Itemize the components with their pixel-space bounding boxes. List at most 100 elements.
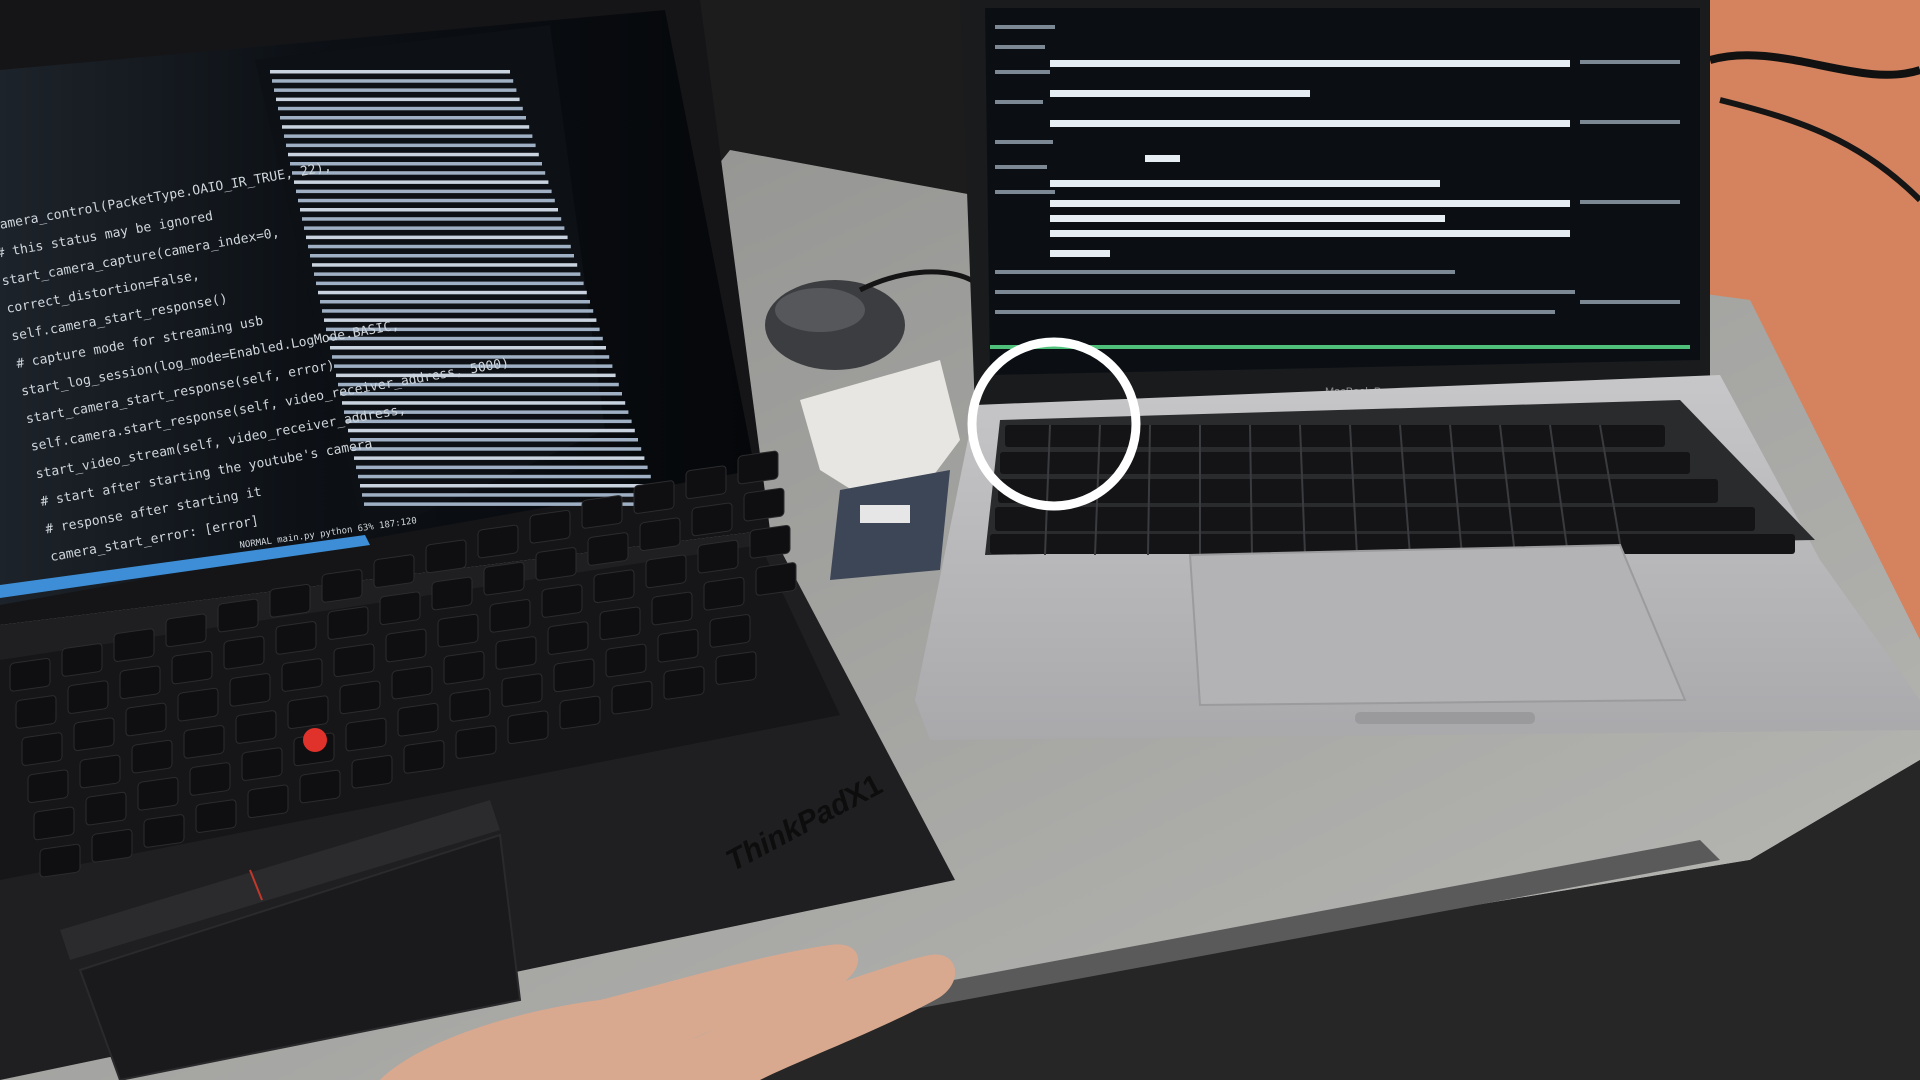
hexdump-line bbox=[302, 217, 562, 221]
keyboard-key bbox=[165, 613, 207, 648]
hexdump-line bbox=[320, 300, 590, 304]
keyboard-key bbox=[657, 628, 699, 663]
hexdump-line bbox=[324, 318, 597, 322]
hexdump-line bbox=[294, 180, 549, 184]
keyboard-key bbox=[125, 702, 167, 737]
keyboard-key bbox=[9, 657, 51, 692]
hexdump-line bbox=[308, 244, 571, 249]
keyboard-key bbox=[685, 465, 727, 500]
keyboard-key bbox=[235, 710, 277, 744]
keyboard-key bbox=[697, 539, 739, 574]
keyboard-key bbox=[73, 717, 115, 752]
keyboard-key bbox=[431, 576, 473, 611]
keyboard-key bbox=[33, 806, 75, 841]
keyboard-key bbox=[645, 554, 687, 589]
keyboard-key bbox=[425, 539, 467, 574]
keyboard-key bbox=[91, 828, 133, 863]
keyboard-key bbox=[61, 643, 103, 677]
hexdump-line bbox=[354, 456, 645, 460]
keyboard-key bbox=[113, 628, 155, 662]
keyboard-key bbox=[559, 695, 601, 730]
keyboard-key bbox=[691, 502, 733, 537]
keyboard-key bbox=[605, 643, 647, 678]
macbook-trackpad bbox=[1188, 543, 1687, 707]
keyboard-key bbox=[743, 487, 785, 522]
keyboard-key bbox=[79, 754, 121, 789]
keyboard-key bbox=[391, 665, 433, 700]
keyboard-key bbox=[535, 547, 577, 581]
hexdump-line bbox=[282, 125, 530, 129]
keyboard-key bbox=[651, 591, 693, 626]
keyboard-key bbox=[269, 583, 311, 618]
macbook-lid-notch bbox=[1355, 712, 1535, 724]
keyboard-key bbox=[737, 450, 779, 485]
keyboard-key bbox=[27, 769, 69, 804]
keyboard-key bbox=[299, 769, 341, 804]
keyboard-key bbox=[351, 754, 393, 789]
keyboard-key bbox=[553, 658, 595, 693]
keyboard-key bbox=[489, 599, 531, 633]
keyboard-key bbox=[587, 532, 629, 566]
keyboard-key bbox=[663, 666, 705, 700]
keyboard-key bbox=[373, 554, 415, 588]
keyboard-key bbox=[241, 747, 283, 781]
keyboard-key bbox=[403, 740, 445, 774]
keyboard-key bbox=[131, 739, 173, 774]
hexdump-line bbox=[296, 189, 552, 194]
hexdump-line bbox=[318, 290, 587, 295]
keyboard-key bbox=[85, 791, 127, 826]
keyboard-key bbox=[501, 673, 543, 707]
keyboard-key bbox=[195, 799, 237, 833]
hexdump-line bbox=[330, 346, 606, 350]
keyboard-key bbox=[287, 695, 329, 730]
hexdump-line bbox=[304, 226, 565, 230]
keyboard-key bbox=[483, 561, 525, 596]
hexdump-line bbox=[278, 106, 523, 111]
hexdump-line bbox=[274, 88, 517, 92]
keyboard-key bbox=[529, 509, 571, 544]
keyboard-key bbox=[715, 651, 757, 685]
keyboard-key bbox=[541, 584, 583, 618]
keyboard-key bbox=[755, 562, 797, 596]
hexdump-line bbox=[358, 474, 651, 479]
keyboard-key bbox=[275, 621, 317, 655]
keyboard-key bbox=[321, 569, 363, 603]
keyboard-key bbox=[39, 843, 81, 878]
keyboard-key bbox=[333, 643, 375, 678]
keyboard-key bbox=[345, 717, 387, 752]
keyboard-key bbox=[709, 614, 751, 648]
keyboard-key bbox=[177, 687, 219, 722]
keyboard-key bbox=[21, 732, 63, 766]
keyboard-key bbox=[183, 725, 225, 759]
keyboard-key bbox=[327, 606, 369, 640]
keyboard-key bbox=[119, 665, 161, 700]
keyboard-key bbox=[217, 598, 259, 633]
keyboard-key bbox=[437, 613, 479, 648]
hexdump-line bbox=[298, 198, 555, 203]
keyboard-key bbox=[281, 658, 323, 692]
keyboard-key bbox=[171, 650, 213, 685]
hexdump-line bbox=[342, 401, 626, 405]
keyboard-key bbox=[443, 650, 485, 685]
keyboard-key bbox=[449, 688, 491, 722]
hexdump-line bbox=[310, 254, 574, 258]
hexdump-line bbox=[284, 134, 533, 138]
keyboard-key bbox=[15, 695, 57, 729]
keyboard-key bbox=[581, 495, 623, 529]
hexdump-line bbox=[300, 208, 558, 212]
keyboard-key bbox=[143, 814, 185, 848]
keyboard-key bbox=[397, 702, 439, 737]
keyboard-key bbox=[547, 621, 589, 655]
hexdump-line bbox=[360, 484, 654, 488]
keyboard-key bbox=[455, 725, 497, 759]
hexdump-line bbox=[280, 116, 526, 120]
keyboard-key bbox=[639, 517, 681, 552]
hexdump-line bbox=[272, 79, 514, 83]
hexdump-line bbox=[306, 235, 568, 240]
keyboard-key bbox=[189, 762, 231, 796]
macbook-keyboard bbox=[985, 400, 1815, 555]
hexdump-line bbox=[322, 309, 594, 313]
hexdump-line bbox=[286, 143, 536, 148]
keyboard-key bbox=[633, 480, 675, 514]
keyboard-key bbox=[749, 524, 791, 559]
